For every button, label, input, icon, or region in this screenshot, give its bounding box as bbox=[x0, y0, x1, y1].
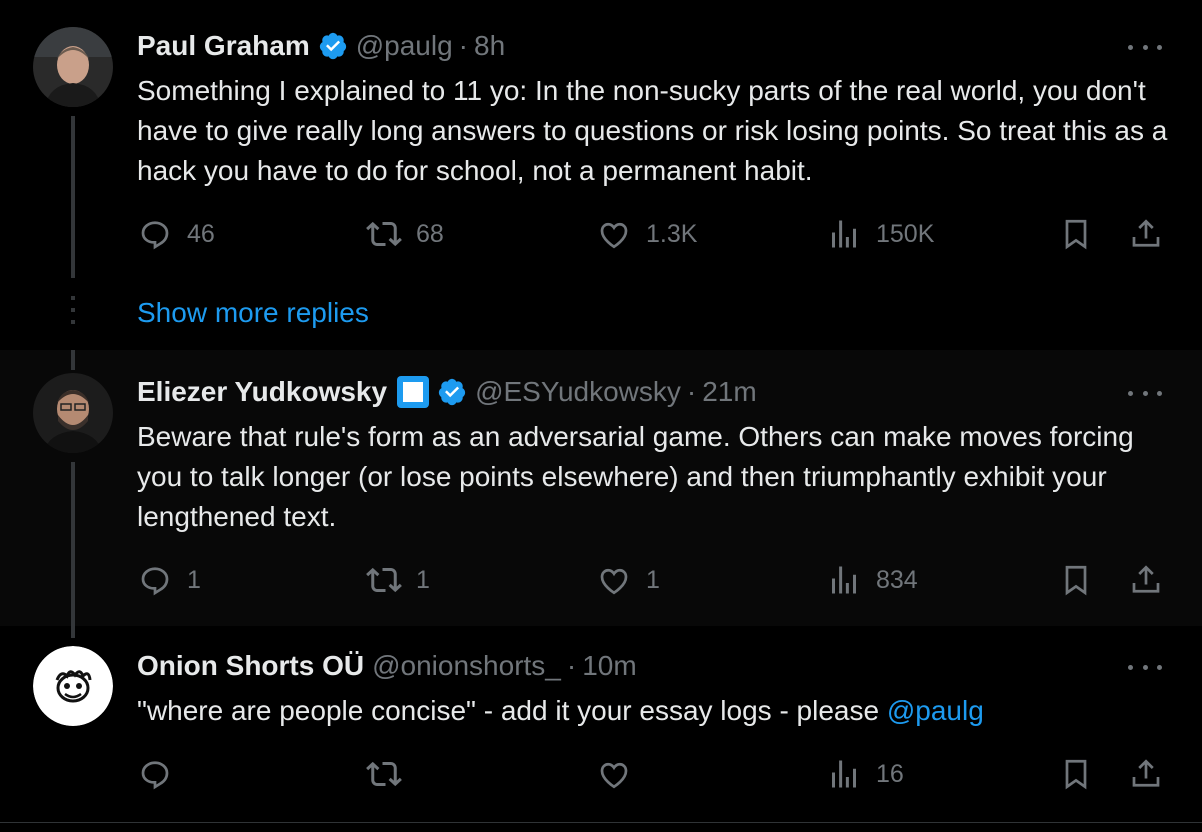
reply-icon bbox=[137, 756, 173, 792]
like-count: 1 bbox=[646, 565, 660, 594]
retweet-button[interactable]: 1 bbox=[366, 562, 430, 598]
bookmark-icon bbox=[1058, 562, 1094, 598]
like-icon bbox=[596, 756, 632, 792]
share-icon bbox=[1128, 562, 1164, 598]
thread-line bbox=[71, 350, 75, 370]
more-icon[interactable] bbox=[1128, 388, 1162, 398]
views-icon bbox=[826, 562, 862, 598]
avatar-onion-shorts[interactable] bbox=[33, 646, 113, 726]
share-button[interactable] bbox=[1128, 562, 1164, 598]
reply-icon bbox=[137, 562, 173, 598]
author-name[interactable]: Onion Shorts OÜ bbox=[137, 649, 364, 683]
tweet-onion-shorts[interactable]: Onion Shorts OÜ @onionshorts_ · 10m "whe… bbox=[0, 626, 1202, 823]
like-icon bbox=[596, 216, 632, 252]
bookmark-button[interactable] bbox=[1058, 756, 1094, 792]
tweet-header: Paul Graham @paulg · 8h bbox=[137, 29, 505, 63]
tweet-text: "where are people concise" - add it your… bbox=[137, 691, 1177, 731]
views-icon bbox=[826, 756, 862, 792]
separator: · bbox=[566, 650, 577, 681]
timestamp[interactable]: 21m bbox=[702, 375, 756, 409]
like-button[interactable]: 1.3K bbox=[596, 216, 697, 252]
thread-line bbox=[71, 626, 75, 638]
reply-button[interactable]: 46 bbox=[137, 216, 215, 252]
thread-line bbox=[71, 462, 75, 636]
retweet-icon bbox=[366, 216, 402, 252]
more-icon[interactable] bbox=[1128, 662, 1162, 672]
views-button[interactable]: 150K bbox=[826, 216, 934, 252]
tweet-text: Something I explained to 11 yo: In the n… bbox=[137, 75, 1168, 186]
retweet-button[interactable] bbox=[366, 756, 416, 792]
retweet-icon bbox=[366, 562, 402, 598]
conversation-thread: Paul Graham @paulg · 8h Something I expl… bbox=[0, 0, 1202, 832]
author-handle[interactable]: @ESYudkowsky bbox=[475, 375, 681, 409]
like-icon bbox=[596, 562, 632, 598]
share-icon bbox=[1128, 756, 1164, 792]
author-handle[interactable]: @onionshorts_ bbox=[372, 649, 561, 683]
reply-count: 1 bbox=[187, 565, 201, 594]
reply-icon bbox=[137, 216, 173, 252]
tweet-header: Eliezer Yudkowsky @ESYudkowsky · 21m bbox=[137, 375, 757, 409]
share-button[interactable] bbox=[1128, 216, 1164, 252]
author-name[interactable]: Paul Graham bbox=[137, 29, 310, 63]
views-count: 834 bbox=[876, 565, 918, 594]
share-button[interactable] bbox=[1128, 756, 1164, 792]
author-name[interactable]: Eliezer Yudkowsky bbox=[137, 375, 387, 409]
reply-button[interactable]: 1 bbox=[137, 562, 201, 598]
tweet-text-body: "where are people concise" - add it your… bbox=[137, 695, 887, 726]
verified-badge-icon[interactable] bbox=[318, 31, 348, 61]
separator: · bbox=[686, 376, 697, 407]
retweet-icon bbox=[366, 756, 402, 792]
bookmark-button[interactable] bbox=[1058, 562, 1094, 598]
bookmark-button[interactable] bbox=[1058, 216, 1094, 252]
separator: · bbox=[458, 30, 468, 61]
author-handle[interactable]: @paulg bbox=[356, 29, 453, 63]
tweet-actions: 1 1 1 834 bbox=[0, 562, 1202, 602]
avatar-paul-graham[interactable] bbox=[33, 27, 113, 107]
tweet-actions: 16 bbox=[0, 756, 1202, 796]
retweet-count: 1 bbox=[416, 565, 430, 594]
thread-gap-dots bbox=[71, 296, 75, 332]
views-icon bbox=[826, 216, 862, 252]
verified-badge-icon[interactable] bbox=[437, 377, 467, 407]
bookmark-icon bbox=[1058, 756, 1094, 792]
views-count: 16 bbox=[876, 759, 904, 788]
like-button[interactable]: 1 bbox=[596, 562, 660, 598]
tweet-header: Onion Shorts OÜ @onionshorts_ · 10m bbox=[137, 649, 637, 683]
tweet-eliezer-yudkowsky[interactable]: Eliezer Yudkowsky @ESYudkowsky · 21m Bew… bbox=[0, 350, 1202, 636]
retweet-count: 68 bbox=[416, 219, 444, 248]
timestamp[interactable]: 10m bbox=[582, 649, 636, 683]
reply-count: 46 bbox=[187, 219, 215, 248]
reply-button[interactable] bbox=[137, 756, 187, 792]
timestamp[interactable]: 8h bbox=[474, 29, 505, 63]
more-icon[interactable] bbox=[1128, 42, 1162, 52]
bookmark-icon bbox=[1058, 216, 1094, 252]
retweet-button[interactable]: 68 bbox=[366, 216, 444, 252]
share-icon bbox=[1128, 216, 1164, 252]
square-badge-icon bbox=[397, 376, 430, 408]
avatar-eliezer-yudkowsky[interactable] bbox=[33, 373, 113, 453]
like-count: 1.3K bbox=[646, 219, 698, 248]
views-button[interactable]: 16 bbox=[826, 756, 904, 792]
views-button[interactable]: 834 bbox=[826, 562, 918, 598]
mention-link[interactable]: @paulg bbox=[887, 695, 984, 726]
show-more-replies-link[interactable]: Show more replies bbox=[137, 296, 369, 330]
views-count: 150K bbox=[876, 219, 935, 248]
like-button[interactable] bbox=[596, 756, 646, 792]
tweet-actions: 46 68 1.3K 150K bbox=[0, 216, 1202, 256]
tweet-text: Beware that rule's form as an adversaria… bbox=[137, 421, 1134, 532]
